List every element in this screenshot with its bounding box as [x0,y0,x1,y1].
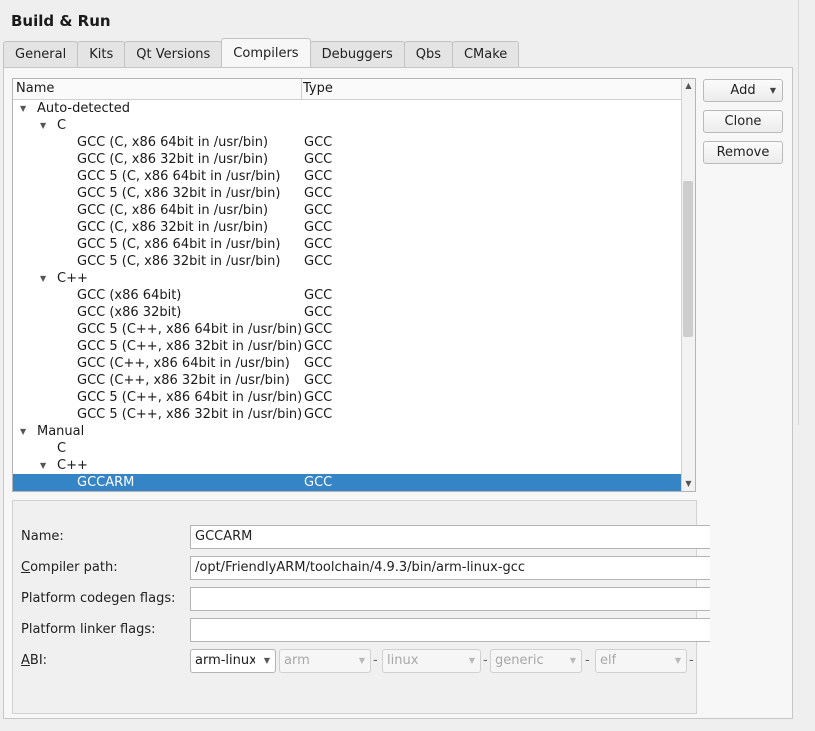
tree-header: Name Type [13,79,695,100]
tree-item[interactable]: GCC (C++, x86 64bit in /usr/bin) GCC [13,355,695,372]
tab-qt-versions[interactable]: Qt Versions [124,41,223,67]
tree-item-selected[interactable]: GCCARM GCC [13,474,695,491]
add-button[interactable]: Add ▼ [703,79,783,102]
scroll-up-arrow-icon[interactable]: ▲ [682,79,695,93]
column-divider[interactable] [301,79,302,99]
tree-item[interactable]: GCC (C, x86 32bit in /usr/bin) GCC [13,219,695,236]
tab-bar: General Kits Qt Versions Compilers Debug… [3,38,520,68]
tree-language-c[interactable]: ▼ C [13,117,695,134]
tree-item[interactable]: GCC 5 (C, x86 64bit in /usr/bin) GCC [13,168,695,185]
codegen-flags-field[interactable] [190,587,710,611]
abi-preset-combo[interactable]: arm-linux ▼ [190,649,276,673]
chevron-down-icon[interactable]: ▼ [40,270,46,287]
page-title: Build & Run [11,12,111,30]
tree-item[interactable]: GCC 5 (C++, x86 32bit in /usr/bin) GCC [13,338,695,355]
tree-item[interactable]: GCC 5 (C++, x86 64bit in /usr/bin) GCC [13,321,695,338]
chevron-down-icon[interactable]: ▼ [40,457,46,474]
dropdown-arrow-icon: ▼ [569,656,576,665]
clone-button[interactable]: Clone [703,110,783,133]
tree-item[interactable]: GCC (C, x86 64bit in /usr/bin) GCC [13,134,695,151]
tree-item[interactable]: GCC 5 (C++, x86 64bit in /usr/bin) GCC [13,389,695,406]
scroll-thumb[interactable] [683,181,693,337]
tree-item[interactable]: GCC (C, x86 64bit in /usr/bin) GCC [13,202,695,219]
tree-item[interactable]: GCC (C++, x86 32bit in /usr/bin) GCC [13,372,695,389]
compiler-tree[interactable]: Name Type ▼ Auto-detected ▼ C GCC (C, x8… [12,78,696,492]
abi-format-combo[interactable]: elf ▼ [595,649,687,673]
tree-scrollbar[interactable]: ▲ ▼ [681,79,695,491]
tree-body: ▼ Auto-detected ▼ C GCC (C, x86 64bit in… [13,100,695,491]
chevron-down-icon[interactable]: ▼ [20,423,26,440]
tab-qbs[interactable]: Qbs [403,41,453,67]
tab-cmake[interactable]: CMake [451,41,520,67]
abi-flavor-combo[interactable]: generic ▼ [490,649,582,673]
abi-separator: - [373,653,378,668]
abi-separator: - [585,653,590,668]
column-header-type[interactable]: Type [303,79,333,99]
tree-item[interactable]: GCC 5 (C, x86 32bit in /usr/bin) GCC [13,253,695,270]
tab-debuggers[interactable]: Debuggers [309,41,405,67]
tree-item[interactable]: GCC (x86 64bit) GCC [13,287,695,304]
abi-separator: - [689,653,694,668]
chevron-down-icon[interactable]: ▼ [40,117,46,134]
tree-group-manual[interactable]: ▼ Manual [13,423,695,440]
tree-item[interactable]: GCC 5 (C++, x86 32bit in /usr/bin) GCC [13,406,695,423]
abi-os-combo[interactable]: linux ▼ [382,649,481,673]
linker-flags-field[interactable] [190,618,710,642]
tree-language-cpp[interactable]: ▼ C++ [13,270,695,287]
codegen-flags-label: Platform codegen flags: [21,591,176,606]
tab-kits[interactable]: Kits [77,41,126,67]
tab-compilers[interactable]: Compilers [221,38,311,67]
tab-general[interactable]: General [3,41,79,67]
name-label: Name: [21,529,64,544]
chevron-down-icon[interactable]: ▼ [20,100,26,117]
abi-separator: - [483,653,488,668]
compiler-details: Name: GCCARM Compiler path: /opt/Friendl… [12,500,710,714]
abi-label: ABI: [21,653,48,668]
tree-item[interactable]: GCC (C, x86 32bit in /usr/bin) GCC [13,151,695,168]
linker-flags-label: Platform linker flags: [21,622,156,637]
compiler-path-label: Compiler path: [21,560,118,575]
name-field[interactable]: GCCARM [190,525,710,549]
tree-language-c[interactable]: C [13,440,695,457]
window-edge [798,0,799,425]
tree-item[interactable]: GCC 5 (C, x86 32bit in /usr/bin) GCC [13,185,695,202]
tree-item[interactable]: GCC 5 (C, x86 64bit in /usr/bin) GCC [13,236,695,253]
compiler-path-field[interactable]: /opt/FriendlyARM/toolchain/4.9.3/bin/arm… [190,556,710,580]
tree-item[interactable]: GCC (x86 32bit) GCC [13,304,695,321]
dropdown-arrow-icon: ▼ [358,656,365,665]
remove-button[interactable]: Remove [703,141,783,164]
dropdown-arrow-icon: ▼ [674,656,681,665]
column-header-name[interactable]: Name [16,79,54,99]
dropdown-arrow-icon: ▼ [263,656,270,665]
abi-architecture-combo[interactable]: arm ▼ [279,649,371,673]
tree-group-auto-detected[interactable]: ▼ Auto-detected [13,100,695,117]
scroll-down-arrow-icon[interactable]: ▼ [682,477,695,491]
dropdown-arrow-icon: ▼ [769,86,776,95]
dropdown-arrow-icon: ▼ [468,656,475,665]
tree-language-cpp[interactable]: ▼ C++ [13,457,695,474]
